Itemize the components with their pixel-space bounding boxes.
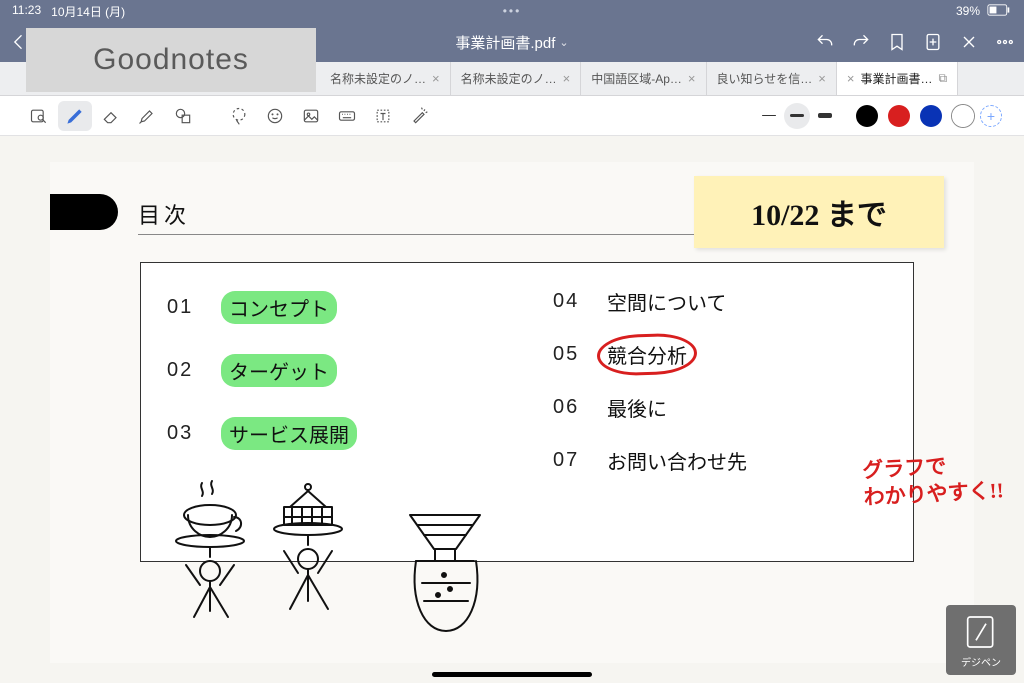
laser-tool[interactable] [402,101,436,131]
close-icon[interactable]: × [432,71,440,86]
undo-button[interactable] [814,31,836,53]
document-canvas[interactable]: 目次 10/22 まで 01 コンセプト 02 ターゲット 03 [0,136,1024,683]
more-button[interactable] [994,31,1016,53]
close-icon[interactable]: × [688,71,696,86]
eraser-tool[interactable] [94,101,128,131]
toc-num: 04 [553,290,589,313]
highlighter-tool[interactable] [130,101,164,131]
stroke-thick[interactable] [812,103,838,129]
toc-item-06: 06 最後に [553,393,887,422]
toc-num: 03 [167,422,203,445]
image-tool[interactable] [294,101,328,131]
status-time: 11:23 [12,3,41,20]
tab-label: 名称未設定のノ… [461,70,557,87]
page-black-tab [50,194,118,230]
toc-num: 02 [167,359,203,382]
page-paper: 目次 10/22 まで 01 コンセプト 02 ターゲット 03 [50,162,974,663]
stroke-medium[interactable] [784,103,810,129]
color-white[interactable] [952,105,974,127]
tab-open-icon[interactable]: ⧉ [938,71,947,86]
tab-chinese[interactable]: 中国語区域-Ap… × [581,62,706,95]
bookmark-button[interactable] [886,31,908,53]
zoom-tool[interactable] [22,101,56,131]
toc-num: 05 [553,343,589,366]
toc-label: 最後に [607,393,667,422]
add-page-button[interactable] [922,31,944,53]
chevron-down-icon[interactable]: ⌄ [559,36,568,49]
editing-toolbar: + [0,96,1024,136]
toc-item-04: 04 空間について [553,287,887,316]
toc-col-right: 04 空間について 05 競合分析 06 最後に 07 お問い合わせ先 [527,263,913,561]
toc-item-05: 05 競合分析 [553,340,887,369]
handwritten-annotation: グラフで わかりやすく!! [862,449,1024,512]
keyboard-tool[interactable] [330,101,364,131]
toc-label: 空間について [607,287,726,316]
home-indicator[interactable] [432,672,592,677]
tab-label: 良い知らせを信… [717,70,813,87]
ipad-status-bar: 11:23 10月14日 (月) ••• 39% [0,0,1024,22]
watermark-text: デジペン [961,654,1001,669]
toc-item-02: 02 ターゲット [167,354,501,387]
close-icon[interactable]: × [847,71,855,86]
color-red[interactable] [888,105,910,127]
color-blue[interactable] [920,105,942,127]
toc-label: お問い合わせ先 [607,446,747,475]
sticky-note[interactable]: 10/22 まで [694,176,944,248]
toc-num: 01 [167,296,203,319]
pen-tool[interactable] [58,101,92,131]
close-icon[interactable]: × [563,71,571,86]
tab-label: 名称未設定のノ… [330,70,426,87]
add-color-button[interactable]: + [980,105,1002,127]
decorative-sketch [160,477,580,657]
close-edit-button[interactable] [958,31,980,53]
lasso-tool[interactable] [222,101,256,131]
toc-label: ターゲット [221,354,337,387]
sticky-note-text: 10/22 まで [751,190,887,234]
tab-untitled-2[interactable]: 名称未設定のノ… × [451,62,582,95]
stroke-thin[interactable] [756,103,782,129]
app-name-text: Goodnotes [93,43,249,77]
tab-business-plan[interactable]: × 事業計画書… ⧉ [837,62,958,95]
color-black[interactable] [856,105,878,127]
text-tool[interactable] [366,101,400,131]
toc-heading: 目次 [138,198,190,230]
redo-button[interactable] [850,31,872,53]
toc-num: 06 [553,396,589,419]
close-icon[interactable]: × [818,71,826,86]
shape-tool[interactable] [166,101,200,131]
toc-item-03: 03 サービス展開 [167,417,501,450]
battery-icon [986,4,1012,19]
document-title[interactable]: 事業計画書.pdf [455,32,555,53]
watermark-badge: デジペン [946,605,1016,675]
toc-label: サービス展開 [221,417,357,450]
toc-label-circled: 競合分析 [607,340,687,369]
sticker-tool[interactable] [258,101,292,131]
toc-label: コンセプト [221,291,337,324]
tab-label: 事業計画書… [860,70,932,87]
tab-label: 中国語区域-Ap… [591,70,682,87]
status-date: 10月14日 (月) [51,3,125,20]
toc-item-07: 07 お問い合わせ先 [553,446,887,475]
toc-num: 07 [553,449,589,472]
toc-item-01: 01 コンセプト [167,291,501,324]
tab-goodnews[interactable]: 良い知らせを信… × [707,62,837,95]
multitask-dots[interactable]: ••• [503,4,522,18]
tab-untitled-1[interactable]: 名称未設定のノ… × [320,62,451,95]
app-name-overlay: Goodnotes [26,28,316,92]
status-battery: 39% [956,4,980,18]
